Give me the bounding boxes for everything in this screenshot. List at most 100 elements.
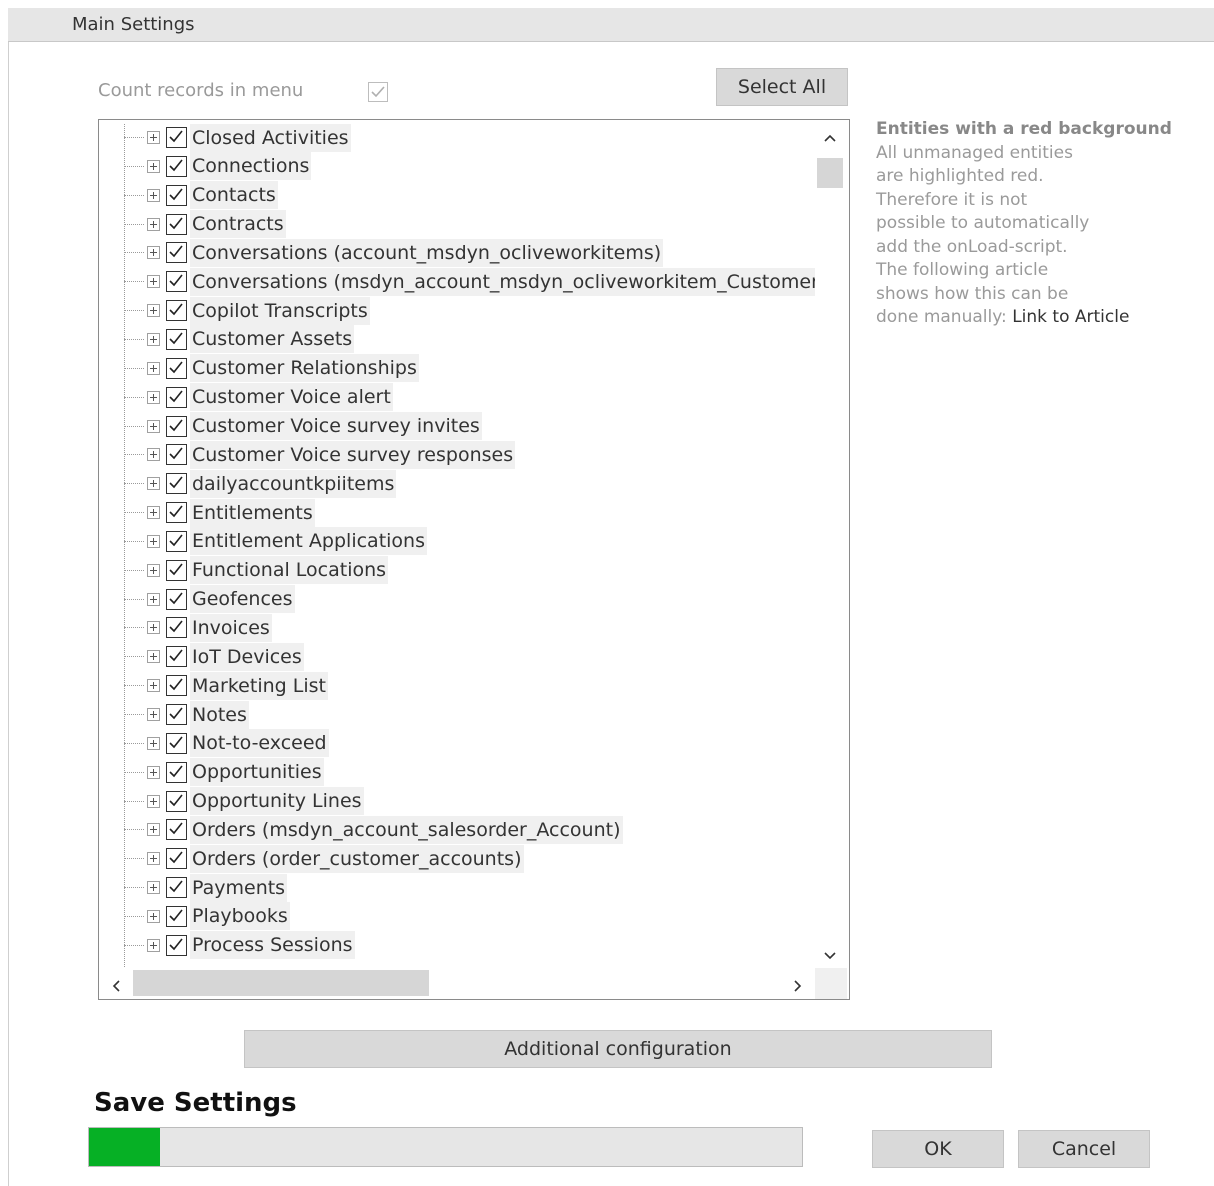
chevron-down-icon[interactable]	[824, 946, 836, 965]
tree-item[interactable]: Payments	[124, 873, 288, 902]
item-checkbox[interactable]	[166, 242, 187, 264]
tree-item[interactable]: Opportunity Lines	[124, 787, 364, 816]
tree-item[interactable]: Orders (msdyn_account_salesorder_Account…	[124, 815, 623, 844]
tree-item[interactable]: Closed Activities	[124, 123, 351, 152]
tree-item[interactable]: Not-to-exceed	[124, 729, 329, 758]
item-checkbox[interactable]	[166, 155, 187, 177]
expand-plus-icon[interactable]	[147, 650, 160, 664]
item-checkbox[interactable]	[166, 646, 187, 668]
additional-configuration-button[interactable]: Additional configuration	[244, 1030, 992, 1068]
tree-item[interactable]: Copilot Transcripts	[124, 296, 370, 325]
article-link[interactable]: Link to Article	[1012, 307, 1129, 327]
tree-item[interactable]: Orders (order_customer_accounts)	[124, 844, 524, 873]
item-checkbox[interactable]	[166, 934, 187, 956]
item-checkbox[interactable]	[166, 877, 187, 899]
expand-plus-icon[interactable]	[147, 275, 160, 289]
vertical-scrollbar[interactable]	[815, 120, 847, 968]
expand-plus-icon[interactable]	[147, 159, 160, 173]
tree-item[interactable]: Customer Voice alert	[124, 383, 393, 412]
tree-item[interactable]: Marketing List	[124, 671, 328, 700]
expand-plus-icon[interactable]	[147, 794, 160, 808]
count-records-checkbox[interactable]	[368, 82, 388, 102]
tree-item[interactable]: Customer Voice survey responses	[124, 440, 516, 469]
item-checkbox[interactable]	[166, 790, 187, 812]
expand-plus-icon[interactable]	[147, 563, 160, 577]
tree-item[interactable]: Contracts	[124, 210, 286, 239]
vertical-scroll-thumb[interactable]	[817, 158, 843, 188]
item-checkbox[interactable]	[166, 675, 187, 697]
tree-item[interactable]: Connections	[124, 152, 312, 181]
expand-plus-icon[interactable]	[147, 217, 160, 231]
expand-plus-icon[interactable]	[147, 852, 160, 866]
tree-item[interactable]: Entitlement Applications	[124, 527, 427, 556]
expand-plus-icon[interactable]	[147, 938, 160, 952]
expand-plus-icon[interactable]	[147, 361, 160, 375]
item-checkbox[interactable]	[166, 184, 187, 206]
item-checkbox[interactable]	[166, 127, 187, 148]
expand-plus-icon[interactable]	[147, 823, 160, 837]
select-all-button[interactable]: Select All	[716, 68, 848, 106]
item-checkbox[interactable]	[166, 588, 187, 610]
tree-item[interactable]: Notes	[124, 700, 249, 729]
item-checkbox[interactable]	[166, 386, 187, 408]
item-checkbox[interactable]	[166, 905, 187, 927]
tree-item[interactable]: Customer Relationships	[124, 354, 419, 383]
tree-item[interactable]: Geofences	[124, 585, 295, 614]
item-checkbox[interactable]	[166, 559, 187, 581]
tree-item[interactable]: Customer Assets	[124, 325, 355, 354]
item-checkbox[interactable]	[166, 415, 187, 437]
item-checkbox[interactable]	[166, 502, 187, 524]
expand-plus-icon[interactable]	[147, 477, 160, 491]
expand-plus-icon[interactable]	[147, 188, 160, 202]
chevron-left-icon[interactable]	[111, 977, 121, 996]
expand-plus-icon[interactable]	[147, 506, 160, 520]
ok-button[interactable]: OK	[872, 1130, 1004, 1168]
chevron-up-icon[interactable]	[824, 128, 836, 147]
expand-plus-icon[interactable]	[147, 419, 160, 433]
tree-item[interactable]: Entitlements	[124, 498, 315, 527]
tree-item[interactable]: Customer Voice survey invites	[124, 412, 482, 441]
item-checkbox[interactable]	[166, 530, 187, 552]
tree-item[interactable]: Contacts	[124, 181, 278, 210]
item-checkbox[interactable]	[166, 761, 187, 783]
item-checkbox[interactable]	[166, 213, 187, 235]
expand-plus-icon[interactable]	[147, 736, 160, 750]
tree-item[interactable]: Conversations (account_msdyn_ocliveworki…	[124, 238, 664, 267]
item-checkbox[interactable]	[166, 473, 187, 495]
horizontal-scrollbar[interactable]	[99, 968, 815, 999]
item-checkbox[interactable]	[166, 617, 187, 639]
item-checkbox[interactable]	[166, 819, 187, 841]
item-checkbox[interactable]	[166, 328, 187, 350]
expand-plus-icon[interactable]	[147, 765, 160, 779]
expand-plus-icon[interactable]	[147, 131, 160, 144]
tree-item[interactable]: Process Sessions	[124, 931, 355, 960]
expand-plus-icon[interactable]	[147, 679, 160, 693]
tree-item[interactable]: IoT Devices	[124, 642, 304, 671]
expand-plus-icon[interactable]	[147, 246, 160, 260]
item-checkbox[interactable]	[166, 300, 187, 322]
cancel-button[interactable]: Cancel	[1018, 1130, 1150, 1168]
item-checkbox[interactable]	[166, 271, 187, 293]
expand-plus-icon[interactable]	[147, 534, 160, 548]
item-checkbox[interactable]	[166, 704, 187, 725]
expand-plus-icon[interactable]	[147, 332, 160, 346]
expand-plus-icon[interactable]	[147, 881, 160, 895]
expand-plus-icon[interactable]	[147, 909, 160, 923]
tree-item[interactable]: Playbooks	[124, 902, 290, 931]
item-checkbox[interactable]	[166, 444, 187, 466]
horizontal-scroll-thumb[interactable]	[133, 970, 429, 996]
tree-item[interactable]: dailyaccountkpiitems	[124, 469, 397, 498]
item-checkbox[interactable]	[166, 732, 187, 754]
expand-plus-icon[interactable]	[147, 448, 160, 462]
expand-plus-icon[interactable]	[147, 390, 160, 404]
tree-item[interactable]: Invoices	[124, 613, 272, 642]
tree-item[interactable]: Opportunities	[124, 758, 324, 787]
item-checkbox[interactable]	[166, 848, 187, 870]
expand-plus-icon[interactable]	[147, 304, 160, 318]
entity-tree[interactable]: Closed Activities Connections Contacts Cont…	[98, 119, 850, 1000]
expand-plus-icon[interactable]	[147, 621, 160, 635]
item-checkbox[interactable]	[166, 357, 187, 379]
expand-plus-icon[interactable]	[147, 592, 160, 606]
tree-item[interactable]: Conversations (msdyn_account_msdyn_ocliv…	[124, 267, 829, 296]
chevron-right-icon[interactable]	[793, 977, 803, 996]
